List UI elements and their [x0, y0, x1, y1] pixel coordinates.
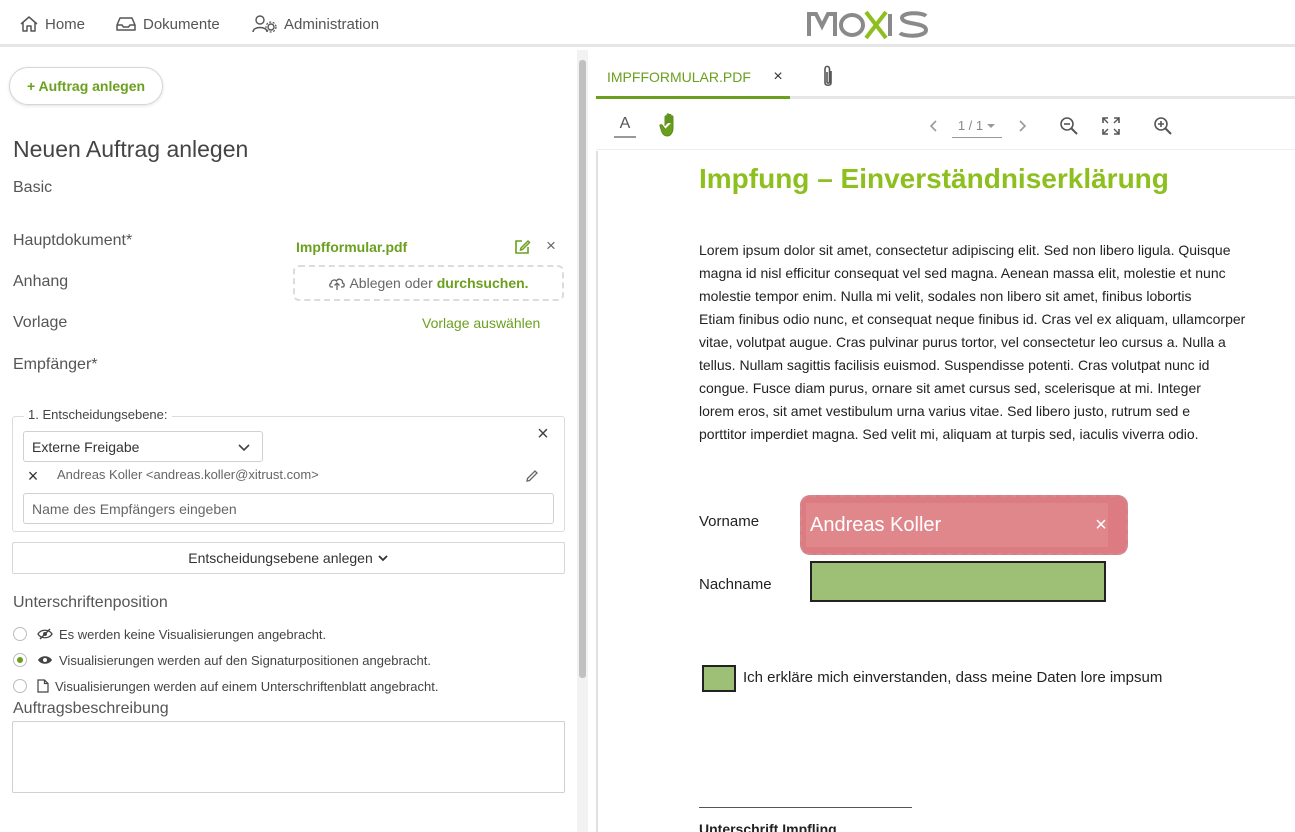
first-name-label: Vorname — [699, 513, 760, 530]
radio-button[interactable] — [13, 627, 27, 641]
pdf-paragraph-line: magna id nisl efficitur consequat vel se… — [699, 265, 1226, 281]
dropzone-text: Ablegen oder — [349, 275, 433, 291]
pdf-viewer-panel: IMPFFORMULAR.PDF × A 1 / 1 Impfung – Ein… — [588, 50, 1295, 832]
attachment-dropzone[interactable]: Ablegen oder durchsuchen. — [293, 265, 564, 301]
page-indicator: 1 / 1 — [957, 118, 984, 133]
consent-label: Ich erkläre mich einverstanden, dass mei… — [743, 669, 1163, 686]
nav-documents-label: Dokumente — [143, 15, 220, 33]
zoom-out-icon[interactable] — [1058, 115, 1080, 137]
clear-field-close-icon[interactable]: × — [1092, 514, 1110, 536]
radio-button-selected[interactable] — [13, 653, 27, 667]
zoom-in-icon[interactable] — [1152, 115, 1174, 137]
upload-cloud-icon — [329, 278, 346, 290]
pdf-document-title: Impfung – Einverständniserklärung — [699, 163, 1169, 194]
add-decision-level-button[interactable]: Entscheidungsebene anlegen — [12, 542, 565, 574]
signature-line — [699, 807, 912, 808]
signature-caption: Unterschrift Impfling — [699, 821, 837, 832]
pdf-paragraph-line: molestie tempor enim. Nulla mi velit, so… — [699, 288, 1192, 304]
document-icon — [37, 679, 49, 693]
caret-down-icon — [987, 123, 996, 128]
paperclip-icon[interactable] — [818, 64, 838, 90]
nav-administration[interactable]: Administration — [252, 12, 379, 36]
edit-icon[interactable] — [513, 238, 531, 256]
chevron-down-icon — [378, 555, 388, 562]
nav-home-label: Home — [45, 15, 86, 33]
signature-option-label: Visualisierungen werden auf einem Unters… — [55, 678, 439, 694]
pencil-icon[interactable] — [524, 468, 540, 484]
tab-label: IMPFFORMULAR.PDF — [607, 69, 751, 85]
order-form-panel: + Auftrag anlegen Neuen Auftrag anlegen … — [0, 50, 576, 832]
user-settings-icon — [252, 15, 277, 33]
pdf-paragraph-line: vitae, volutpat augue. Cras pulvinar pur… — [699, 334, 1226, 350]
decision-type-value: Externe Freigabe — [32, 438, 140, 455]
page-select[interactable]: 1 / 1 — [952, 114, 1002, 138]
pdf-paragraph-line: tellus. Nullam sagittis facilisis euismo… — [699, 357, 1210, 373]
nav-documents[interactable]: Dokumente — [115, 12, 220, 36]
pdf-paragraph-line: congue. Fusce diam purus, ornare sit ame… — [699, 380, 1201, 396]
last-name-form-field[interactable] — [810, 561, 1106, 602]
signature-option-label: Es werden keine Visualisierungen angebra… — [59, 626, 327, 642]
browse-link[interactable]: durchsuchen. — [437, 275, 529, 291]
decision-type-select[interactable]: Externe Freigabe — [23, 431, 263, 462]
top-navigation-bar: Home Dokumente Administration — [0, 0, 1295, 47]
radio-button[interactable] — [13, 679, 27, 693]
main-document-file-link[interactable]: Impfformular.pdf — [296, 239, 407, 255]
pdf-paragraph-line: lorem eros, sit amet vestibulum urna var… — [699, 403, 1190, 419]
order-description-label: Auftragsbeschreibung — [13, 700, 169, 717]
decision-level-legend: 1. Entscheidungsebene: — [24, 407, 172, 422]
previous-page-icon[interactable] — [926, 116, 942, 136]
section-basic-title: Basic — [13, 179, 53, 196]
pdf-paragraph-line: Etiam finibus odio nunc, et consequat ne… — [699, 311, 1246, 327]
pdf-page: Impfung – Einverständniserklärung Lorem … — [596, 151, 1295, 832]
recipient-name-input[interactable] — [23, 493, 554, 524]
remove-document-close-icon[interactable]: × — [543, 237, 559, 255]
pdf-paragraph: Lorem ipsum dolor sit amet, consectetur … — [699, 239, 1295, 446]
viewer-toolbar: A 1 / 1 — [596, 102, 1295, 150]
eye-icon — [38, 656, 52, 664]
consent-checkbox[interactable] — [702, 665, 736, 692]
text-tool-icon[interactable]: A — [614, 114, 636, 138]
moxis-logo — [807, 10, 929, 40]
select-template-link[interactable]: Vorlage auswählen — [422, 315, 540, 331]
viewer-tab-bar: IMPFFORMULAR.PDF × — [596, 58, 1295, 99]
signature-position-title: Unterschriftenposition — [13, 594, 168, 611]
create-order-button[interactable]: + Auftrag anlegen — [9, 67, 163, 105]
main-document-label: Hauptdokument* — [13, 232, 133, 249]
scrollbar-thumb[interactable] — [579, 60, 586, 678]
template-label: Vorlage — [13, 314, 68, 331]
recipient-label: Empfänger* — [13, 356, 98, 373]
signature-option-sheet[interactable]: Visualisierungen werden auf einem Unters… — [13, 676, 439, 696]
hand-tool-icon[interactable] — [658, 112, 682, 138]
eye-slash-icon — [37, 628, 53, 640]
signature-option-positions[interactable]: Visualisierungen werden auf den Signatur… — [13, 650, 431, 670]
pdf-paragraph-line: porttitor imperdiet magna. Sed velit mi,… — [699, 426, 1199, 442]
page-title: Neuen Auftrag anlegen — [13, 136, 249, 162]
signature-option-none[interactable]: Es werden keine Visualisierungen angebra… — [13, 624, 326, 644]
remove-recipient-close-icon[interactable]: × — [25, 466, 41, 486]
first-name-field-value[interactable]: Andreas Koller — [806, 503, 1108, 547]
attachment-label: Anhang — [13, 273, 69, 290]
inbox-icon — [116, 17, 136, 31]
next-page-icon[interactable] — [1014, 116, 1030, 136]
add-decision-level-label: Entscheidungsebene anlegen — [188, 550, 373, 566]
nav-home[interactable]: Home — [19, 12, 85, 36]
home-icon — [20, 16, 38, 32]
fit-to-page-icon[interactable] — [1100, 115, 1122, 137]
pdf-paragraph-line: Lorem ipsum dolor sit amet, consectetur … — [699, 242, 1231, 258]
last-name-label: Nachname — [699, 576, 772, 593]
chevron-down-icon — [238, 444, 250, 452]
close-tab-icon[interactable]: × — [771, 68, 785, 86]
first-name-form-field[interactable]: Andreas Koller × — [800, 495, 1128, 555]
remove-level-close-icon[interactable]: × — [534, 424, 552, 444]
tab-impfformular[interactable]: IMPFFORMULAR.PDF — [596, 58, 790, 99]
order-description-textarea[interactable] — [12, 721, 565, 793]
signature-option-label: Visualisierungen werden auf den Signatur… — [59, 652, 431, 668]
nav-administration-label: Administration — [284, 15, 380, 33]
recipient-entry: Andreas Koller <andreas.koller@xitrust.c… — [57, 467, 319, 482]
